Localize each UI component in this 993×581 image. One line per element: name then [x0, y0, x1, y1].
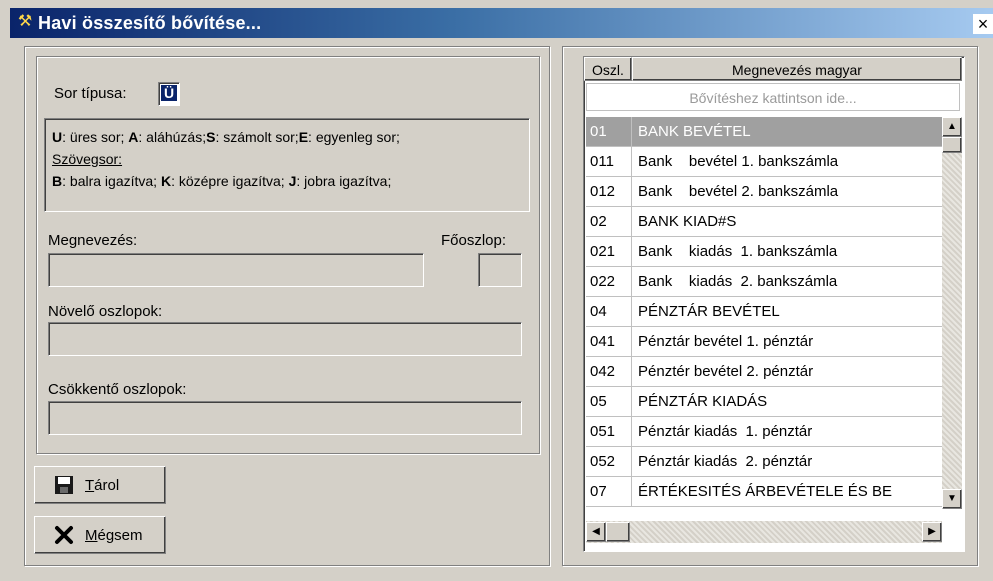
- columns-grid[interactable]: Oszl. Megnevezés magyar Bővítéshez katti…: [583, 56, 965, 552]
- tools-icon: ⚒: [17, 13, 33, 30]
- window-title: Havi összesítő bővítése...: [38, 13, 262, 33]
- help-text-b: : balra igazítva;: [62, 173, 161, 189]
- row-code: 02: [586, 207, 632, 236]
- horizontal-scrollbar[interactable]: ◀ ▶: [586, 521, 942, 543]
- row-code: 052: [586, 447, 632, 476]
- megnevezes-field[interactable]: [48, 253, 424, 287]
- sor-tipusa-value: Ü: [161, 85, 177, 101]
- table-row[interactable]: 012 Bank bevétel 2. bankszámla: [586, 177, 942, 207]
- table-row[interactable]: 011 Bank bevétel 1. bankszámla: [586, 147, 942, 177]
- help-key-k: K: [160, 173, 172, 189]
- arrow-down-icon[interactable]: ▼: [942, 489, 962, 509]
- row-code: 021: [586, 237, 632, 266]
- row-code: 011: [586, 147, 632, 176]
- floppy-disk-icon: [53, 474, 75, 496]
- row-name: BANK BEVÉTEL: [638, 123, 751, 140]
- help-text-u: : üres sor;: [62, 129, 129, 145]
- column-header-megnevezes[interactable]: Megnevezés magyar: [632, 57, 962, 81]
- table-row[interactable]: 042 Pénztér bevétel 2. pénztár: [586, 357, 942, 387]
- row-code: 04: [586, 297, 632, 326]
- row-code: 07: [586, 477, 632, 506]
- row-code: 012: [586, 177, 632, 206]
- csokkento-oszlopok-field[interactable]: [48, 401, 522, 435]
- table-row[interactable]: 07 ÉRTÉKESITÉS ÁRBEVÉTELE ÉS BE: [586, 477, 942, 507]
- row-name: PÉNZTÁR BEVÉTEL: [638, 303, 780, 320]
- add-row-prompt[interactable]: Bővítéshez kattintson ide...: [586, 83, 960, 111]
- scroll-thumb-horizontal[interactable]: [606, 522, 630, 542]
- row-name: Bank bevétel 1. bankszámla: [638, 153, 839, 170]
- help-key-e: E: [298, 129, 309, 145]
- row-name: Bank kiadás 2. bankszámla: [638, 273, 838, 290]
- help-text-s: : számolt sor;: [215, 129, 299, 145]
- save-label-rest: árol: [94, 476, 120, 494]
- row-name: Pénztér bevétel 2. pénztár: [638, 363, 814, 380]
- title-bar[interactable]: ⚒ Havi összesítő bővítése... ×: [10, 8, 993, 38]
- arrow-up-icon[interactable]: ▲: [942, 117, 962, 137]
- row-code: 01: [586, 117, 632, 146]
- row-name: Pénztár kiadás 2. pénztár: [638, 453, 813, 470]
- table-row[interactable]: 01 BANK BEVÉTEL: [586, 117, 942, 147]
- arrow-right-icon[interactable]: ▶: [922, 522, 942, 542]
- cancel-button[interactable]: Mégsem: [34, 516, 166, 554]
- cancel-label-rest: égsem: [97, 526, 143, 544]
- row-code: 05: [586, 387, 632, 416]
- row-name: ÉRTÉKESITÉS ÁRBEVÉTELE ÉS BE: [638, 483, 892, 500]
- table-row[interactable]: 052 Pénztár kiadás 2. pénztár: [586, 447, 942, 477]
- row-name: PÉNZTÁR KIADÁS: [638, 393, 768, 410]
- help-line-2: Szövegsor:: [52, 148, 400, 170]
- sor-tipusa-label: Sor típusa:: [54, 85, 127, 102]
- cancel-button-label: Mégsem: [85, 527, 143, 544]
- table-row[interactable]: 04 PÉNZTÁR BEVÉTEL: [586, 297, 942, 327]
- megnevezes-label: Megnevezés:: [48, 232, 138, 249]
- row-name: Pénztár kiadás 1. pénztár: [638, 423, 813, 440]
- row-name: Pénztár bevétel 1. pénztár: [638, 333, 814, 350]
- help-text-a: : aláhúzás;: [138, 129, 207, 145]
- table-row[interactable]: 022 Bank kiadás 2. bankszámla: [586, 267, 942, 297]
- help-text-k: : középre igazítva;: [171, 173, 289, 189]
- grid-rows: 01 BANK BEVÉTEL 011 Bank bevétel 1. bankszá…: [586, 117, 942, 509]
- help-key-u: U: [52, 129, 63, 145]
- save-accel: T: [85, 476, 95, 494]
- foszlop-field[interactable]: [478, 253, 522, 287]
- help-line-3: B: balra igazítva; K: középre igazítva; …: [52, 170, 400, 192]
- szovegsor-heading: Szövegsor:: [52, 151, 123, 167]
- table-row[interactable]: 041 Pénztár bevétel 1. pénztár: [586, 327, 942, 357]
- column-header-oszl[interactable]: Oszl.: [584, 57, 632, 81]
- help-key-b: B: [52, 173, 63, 189]
- row-name: Bank bevétel 2. bankszámla: [638, 183, 839, 200]
- novelo-oszlopok-label: Növelő oszlopok:: [48, 303, 163, 320]
- help-line-1: U: üres sor; A: aláhúzás;S: számolt sor;…: [52, 126, 400, 148]
- foszlop-label: Főoszlop:: [441, 232, 507, 249]
- table-row[interactable]: 05 PÉNZTÁR KIADÁS: [586, 387, 942, 417]
- row-name: BANK KIAD#S: [638, 213, 737, 230]
- x-mark-icon: [53, 524, 75, 546]
- save-button-label: Tárol: [85, 477, 119, 494]
- row-name: Bank kiadás 1. bankszámla: [638, 243, 838, 260]
- row-code: 022: [586, 267, 632, 296]
- help-text: U: üres sor; A: aláhúzás;S: számolt sor;…: [52, 126, 400, 192]
- row-code: 041: [586, 327, 632, 356]
- dialog-window: ⚒ Havi összesítő bővítése... × Sor típus…: [0, 0, 993, 581]
- table-row[interactable]: 021 Bank kiadás 1. bankszámla: [586, 237, 942, 267]
- csokkento-oszlopok-label: Csökkentő oszlopok:: [48, 381, 187, 398]
- close-button[interactable]: ×: [973, 14, 993, 34]
- arrow-left-icon[interactable]: ◀: [586, 522, 606, 542]
- save-button[interactable]: Tárol: [34, 466, 166, 504]
- novelo-oszlopok-field[interactable]: [48, 322, 522, 356]
- row-code: 051: [586, 417, 632, 446]
- cancel-accel: M: [85, 526, 98, 544]
- scroll-thumb[interactable]: [942, 137, 962, 153]
- help-key-a: A: [128, 129, 139, 145]
- table-row[interactable]: 02 BANK KIAD#S: [586, 207, 942, 237]
- row-code: 042: [586, 357, 632, 386]
- help-text-j: : jobra igazítva;: [296, 173, 392, 189]
- help-text-e: : egyenleg sor;: [308, 129, 400, 145]
- table-row[interactable]: 051 Pénztár kiadás 1. pénztár: [586, 417, 942, 447]
- sor-tipusa-input[interactable]: Ü: [158, 82, 180, 106]
- vertical-scrollbar[interactable]: ▲ ▼: [942, 117, 962, 509]
